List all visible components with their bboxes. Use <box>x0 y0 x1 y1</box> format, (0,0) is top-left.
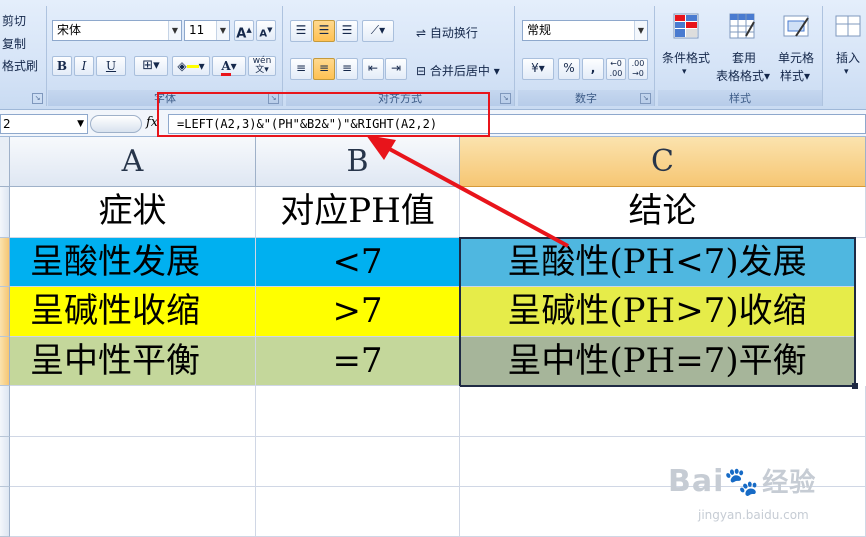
annotation-arrow-icon <box>366 135 569 248</box>
baidu-watermark: Bai🐾经验 jingyan.baidu.com <box>668 462 858 534</box>
paw-icon: 🐾 <box>724 465 761 498</box>
watermark-mark: 经验 <box>762 468 817 498</box>
watermark-brand: Bai🐾经验 <box>668 462 816 499</box>
watermark-url: jingyan.baidu.com <box>698 508 809 522</box>
watermark-brand-text: Bai <box>668 464 725 499</box>
